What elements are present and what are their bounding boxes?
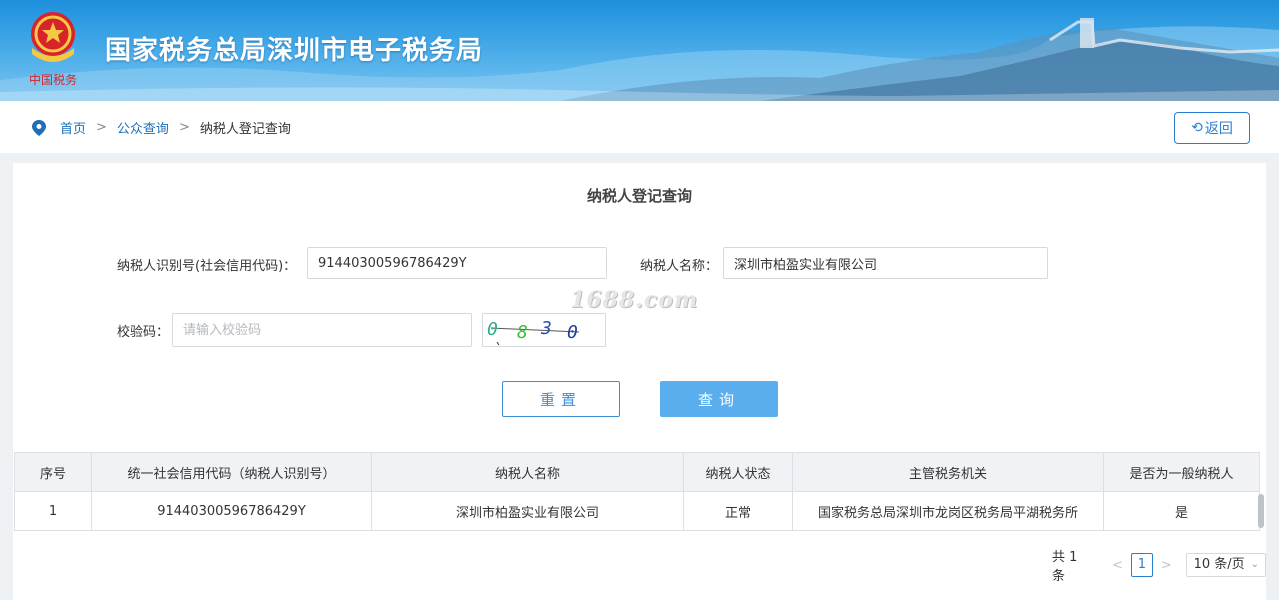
breadcrumb-separator: > [96,120,107,135]
captcha-image[interactable]: 0 8 3 0 [482,313,606,347]
cell-tax-authority: 国家税务总局深圳市龙岗区税务局平湖税务所 [792,491,1104,531]
column-header: 序号 [14,452,92,492]
table-scrollbar[interactable] [1258,494,1264,528]
column-header: 统一社会信用代码（纳税人识别号） [91,452,372,492]
prev-page-button[interactable]: < [1112,558,1123,573]
breadcrumb-separator: > [178,120,190,135]
captcha-char: 0 [567,322,578,343]
cell-taxpayer-name: 深圳市柏盈实业有限公司 [371,491,684,531]
cell-status: 正常 [683,491,793,531]
breadcrumb: 首页 > 公众查询 > 纳税人登记查询 [32,118,291,137]
column-header: 是否为一般纳税人 [1103,452,1260,492]
back-button-label: 返回 [1204,121,1233,137]
back-button[interactable]: ⟲ 返回 [1174,112,1250,144]
captcha-graphic: 0 8 3 0 [487,318,580,346]
taxpayer-name-label: 纳税人名称： [640,259,719,274]
table-header-row: 序号 统一社会信用代码（纳税人识别号） 纳税人名称 纳税人状态 主管税务机关 是… [14,452,1260,492]
header-banner: 中国税务 国家税务总局深圳市电子税务局 [0,0,1279,101]
watermark-text: 1688.com [570,287,699,313]
cell-general-taxpayer: 是 [1103,491,1260,531]
breadcrumb-home-link[interactable]: 首页 [60,118,86,137]
column-header: 纳税人状态 [683,452,793,492]
site-title: 国家税务总局深圳市电子税务局 [105,36,484,66]
captcha-char: 0 [487,319,498,340]
captcha-input[interactable] [172,313,472,347]
page-title: 纳税人登记查询 [586,187,692,205]
next-page-button[interactable]: > [1161,558,1172,573]
chevron-down-icon: ⌄ [1250,559,1259,570]
page-size-select[interactable]: 10 条/页 ⌄ [1185,553,1266,577]
breadcrumb-bar: 首页 > 公众查询 > 纳税人登记查询 ⟲ 返回 [0,101,1279,153]
breadcrumb-current: 纳税人登记查询 [199,122,291,137]
captcha-label: 校验码： [117,325,170,340]
location-pin-icon [32,119,46,136]
taxpayer-id-label: 纳税人识别号(社会信用代码)： [117,259,297,274]
page-size-value: 10 条/页 [1193,557,1245,572]
cell-index: 1 [14,491,92,531]
emblem-caption: 中国税务 [29,72,77,87]
results-table: 序号 统一社会信用代码（纳税人识别号） 纳税人名称 纳税人状态 主管税务机关 是… [14,452,1260,531]
pagination: 共 1 条 < 1 > 10 条/页 ⌄ [1052,546,1266,584]
taxpayer-id-input[interactable] [307,247,607,279]
taxpayer-name-input[interactable] [723,247,1048,279]
cell-credit-code: 91440300596786429Y [91,491,372,531]
page-number-button[interactable]: 1 [1131,553,1153,577]
undo-icon: ⟲ [1191,120,1203,136]
reset-button[interactable]: 重置 [502,381,620,417]
captcha-char: 3 [540,318,552,339]
column-header: 纳税人名称 [371,452,684,492]
table-row[interactable]: 1 91440300596786429Y 深圳市柏盈实业有限公司 正常 国家税务… [14,491,1260,531]
pagination-total: 共 1 条 [1052,550,1078,584]
tax-emblem-icon: 中国税务 [29,12,77,87]
column-header: 主管税务机关 [792,452,1104,492]
captcha-char: 8 [517,322,528,343]
breadcrumb-public-query-link[interactable]: 公众查询 [117,118,169,137]
query-panel: 纳税人登记查询 纳税人识别号(社会信用代码)： 纳税人名称： 1688.com … [13,163,1266,600]
query-button[interactable]: 查询 [660,381,778,417]
